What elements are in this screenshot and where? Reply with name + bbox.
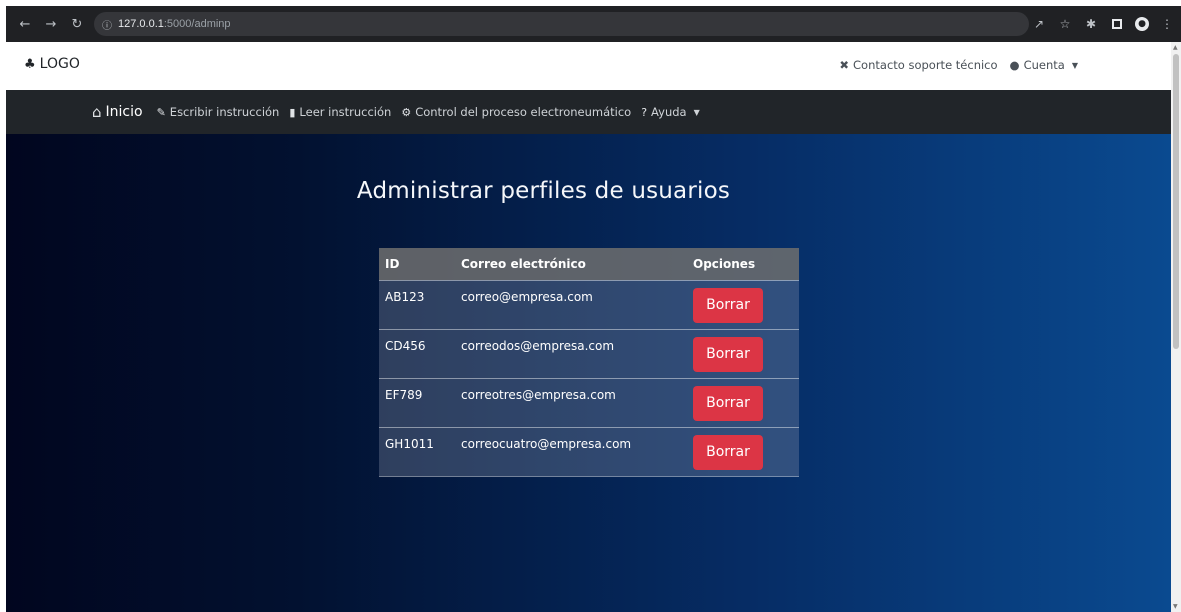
table-header-row: ID Correo electrónico Opciones <box>379 248 799 280</box>
column-header-id: ID <box>385 256 400 271</box>
delete-button[interactable]: Borrar <box>693 287 763 323</box>
forward-button[interactable]: → <box>40 13 62 35</box>
caret-down-icon: ▼ <box>693 107 700 117</box>
cell-id: EF789 <box>385 387 423 402</box>
arrow-right-icon: → <box>45 16 57 32</box>
page-title: Administrar perfiles de usuarios <box>356 178 731 204</box>
column-header-email: Correo electrónico <box>461 256 586 271</box>
account-dropdown[interactable]: ● Cuenta ▼ <box>1010 58 1078 72</box>
browser-actions: ↗ ☆ ✱ ● ⋮ <box>1031 6 1175 42</box>
info-icon: ⓘ <box>102 20 112 32</box>
url-host: 127.0.0.1 <box>118 18 164 30</box>
home-icon: ⌂ <box>92 103 102 121</box>
logo[interactable]: ♣ LOGO <box>24 56 80 72</box>
delete-button[interactable]: Borrar <box>693 336 763 372</box>
main-navbar: ⌂ Inicio ✎ Escribir instrucción ▮ Leer i… <box>6 90 1181 134</box>
support-link[interactable]: ✖ Contacto soporte técnico <box>839 58 997 72</box>
users-table: ID Correo electrónico Opciones AB123 cor… <box>379 248 799 477</box>
account-label: Cuenta <box>1023 58 1065 72</box>
reload-button[interactable]: ↻ <box>66 13 88 35</box>
url-path: :5000/adminp <box>163 18 231 30</box>
table-row: AB123 correo@empresa.com Borrar <box>379 280 799 329</box>
nav-read-instruction[interactable]: ▮ Leer instrucción <box>289 105 391 119</box>
scrollbar-thumb[interactable] <box>1173 54 1179 349</box>
user-icon: ● <box>1009 58 1020 72</box>
address-bar[interactable]: ⓘ 127.0.0.1:5000/adminp <box>94 12 1029 36</box>
cell-email: correotres@empresa.com <box>461 387 616 402</box>
menu-kebab-icon[interactable]: ⋮ <box>1159 17 1175 31</box>
reload-icon: ↻ <box>71 16 83 32</box>
file-icon: ▮ <box>289 105 296 119</box>
cell-email: correo@empresa.com <box>461 289 593 304</box>
cell-email: correodos@empresa.com <box>461 338 615 353</box>
top-header: ♣ LOGO ✖ Contacto soporte técnico ● Cuen… <box>6 42 1181 90</box>
nav-help-dropdown[interactable]: ? Ayuda ▼ <box>641 105 700 119</box>
table-row: GH1011 correocuatro@empresa.com Borrar <box>379 427 799 476</box>
support-label: Contacto soporte técnico <box>853 58 998 72</box>
share-icon[interactable]: ↗ <box>1031 17 1047 31</box>
side-panel-icon[interactable] <box>1109 19 1125 29</box>
scroll-up-icon[interactable]: ▲ <box>1173 44 1178 51</box>
club-logo-icon: ♣ <box>24 56 36 72</box>
table-row: CD456 correodos@empresa.com Borrar <box>379 329 799 378</box>
bookmark-star-icon[interactable]: ☆ <box>1057 17 1073 31</box>
page-scrollbar[interactable]: ▲ ▼ <box>1171 42 1181 612</box>
table-row: EF789 correotres@empresa.com Borrar <box>379 378 799 427</box>
tools-icon: ✖ <box>839 58 850 72</box>
nav-home[interactable]: ⌂ Inicio <box>92 103 143 121</box>
header-links: ✖ Contacto soporte técnico ● Cuenta ▼ <box>839 58 1078 72</box>
cell-email: correocuatro@empresa.com <box>461 436 632 451</box>
cell-id: AB123 <box>385 289 425 304</box>
nav-process-control[interactable]: ⚙ Control del proceso electroneumático <box>401 105 631 119</box>
nav-label: Control del proceso electroneumático <box>415 105 632 119</box>
web-page: ♣ LOGO ✖ Contacto soporte técnico ● Cuen… <box>6 42 1181 612</box>
back-button[interactable]: ← <box>14 13 36 35</box>
logo-text: LOGO <box>39 56 80 72</box>
edit-icon: ✎ <box>156 105 166 119</box>
nav-home-label: Inicio <box>105 104 143 120</box>
nav-label: Ayuda <box>651 105 687 119</box>
delete-button[interactable]: Borrar <box>693 434 763 470</box>
gears-icon: ⚙ <box>401 105 412 119</box>
column-header-options: Opciones <box>693 256 756 271</box>
nav-write-instruction[interactable]: ✎ Escribir instrucción <box>157 105 280 119</box>
caret-down-icon: ▼ <box>1071 60 1078 70</box>
browser-toolbar: ← → ↻ ⓘ 127.0.0.1:5000/adminp ↗ ☆ ✱ ● ⋮ <box>6 6 1181 42</box>
scroll-down-icon[interactable]: ▼ <box>1173 603 1178 610</box>
nav-label: Leer instrucción <box>299 105 392 119</box>
profile-avatar-icon[interactable]: ● <box>1135 17 1149 31</box>
arrow-left-icon: ← <box>19 16 31 32</box>
cell-id: CD456 <box>385 338 426 353</box>
nav-label: Escribir instrucción <box>169 105 280 119</box>
main-content: Administrar perfiles de usuarios ID Corr… <box>6 134 1171 612</box>
extensions-puzzle-icon[interactable]: ✱ <box>1083 17 1099 31</box>
cell-id: GH1011 <box>385 436 434 451</box>
question-icon: ? <box>641 105 648 119</box>
delete-button[interactable]: Borrar <box>693 385 763 421</box>
